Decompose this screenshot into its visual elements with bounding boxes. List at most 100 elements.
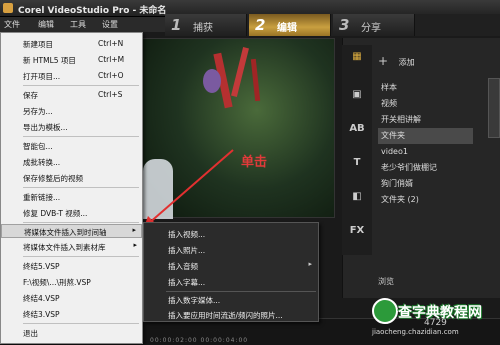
menu-item-label: 打开项目...	[23, 72, 61, 81]
menu-item-insert-library[interactable]: 将媒体文件插入到素材库 ▸	[1, 240, 142, 254]
watermark-code: 4729	[424, 318, 447, 328]
library-item[interactable]: video1	[378, 144, 473, 160]
file-menu-dropdown: 新建项目 Ctrl+N 新 HTML5 项目 Ctrl+M 打开项目... Ct…	[0, 32, 143, 344]
graphic-icon[interactable]: ◧	[348, 191, 366, 207]
menu-item-recent-4[interactable]: 终结3.VSP	[1, 307, 142, 321]
media-icon[interactable]: ▦	[348, 51, 366, 67]
library-item[interactable]: 样本	[378, 80, 473, 96]
menu-item-shortcut: Ctrl+N	[98, 39, 124, 48]
preview-decoration	[231, 47, 249, 97]
library-item[interactable]: 开关相讲解	[378, 112, 473, 128]
menu-item-label: 保存	[23, 91, 38, 100]
menu-item-label: 修复 DVB-T 视频...	[23, 209, 88, 218]
annotation-arrow-icon	[144, 149, 234, 227]
browse-button[interactable]: 浏览	[378, 276, 394, 287]
menu-item-label: 导出为模板...	[23, 123, 68, 132]
menu-item-open-project[interactable]: 打开项目... Ctrl+O	[1, 69, 142, 83]
menu-item-save[interactable]: 保存 Ctrl+S	[1, 88, 142, 102]
fx-icon[interactable]: FX	[348, 225, 366, 241]
insert-timeline-submenu: 插入视频... 插入照片... 插入音频 ▸ 插入字幕... 插入数字媒体...…	[143, 222, 319, 322]
library-add-label: 添加	[398, 58, 415, 67]
menu-tools[interactable]: 工具	[70, 19, 86, 30]
library-item[interactable]: 文件夹 (2)	[378, 192, 473, 208]
menu-item-shortcut: Ctrl+S	[98, 90, 123, 99]
menu-item-label: 将媒体文件插入到素材库	[23, 243, 106, 252]
submenu-item-label: 插入视频...	[168, 230, 206, 239]
submenu-item-label: 插入音频	[168, 262, 198, 271]
plus-icon: +	[378, 54, 389, 68]
submenu-item-label: 插入字幕...	[168, 278, 206, 287]
library-item-selected[interactable]: 文件夹	[378, 128, 473, 144]
submenu-insert-video[interactable]: 插入视频...	[144, 227, 318, 241]
submenu-item-label: 插入要应用时间流逝/频闪的照片...	[168, 311, 283, 320]
menu-item-label: 重新链接...	[23, 193, 61, 202]
library-add-button[interactable]: + 添加	[378, 54, 415, 68]
menu-item-label: 新建项目	[23, 40, 53, 49]
preview-decoration	[203, 69, 221, 93]
menu-item-recent-3[interactable]: 终结4.VSP	[1, 291, 142, 305]
app-logo-icon	[3, 3, 13, 13]
step-capture[interactable]: 1 捕获	[165, 14, 247, 36]
menu-item-label: F:\视频\...\刑熬.VSP	[23, 278, 91, 287]
window-title: Corel VideoStudio Pro - 未命名	[18, 6, 167, 16]
menu-file[interactable]: 文件	[4, 19, 20, 30]
submenu-insert-audio[interactable]: 插入音频 ▸	[144, 259, 318, 273]
preview-decoration	[250, 58, 261, 102]
menu-separator	[23, 323, 139, 324]
menu-separator	[23, 136, 139, 137]
menu-item-exit[interactable]: 退出	[1, 326, 142, 340]
submenu-insert-digital-media[interactable]: 插入数字媒体...	[144, 293, 318, 307]
submenu-item-label: 插入数字媒体...	[168, 296, 221, 305]
step-edit[interactable]: 2 编辑	[249, 14, 331, 36]
library-list: 样本 视频 开关相讲解 文件夹 video1 老少爷们做棚记 狗门俏婿 文件夹 …	[378, 80, 473, 208]
library-item[interactable]: 老少爷们做棚记	[378, 160, 473, 176]
step-label: 分享	[361, 23, 381, 34]
menu-item-new-html5[interactable]: 新 HTML5 项目 Ctrl+M	[1, 53, 142, 67]
watermark-icon	[372, 298, 398, 324]
menu-item-insert-timeline[interactable]: 将媒体文件插入到时间轴 ▸	[1, 224, 142, 238]
workflow-steps: 1 捕获 2 编辑 3 分享	[165, 14, 500, 36]
timeline-ruler: 00:00:02:00 00:00:04:00	[150, 337, 249, 344]
menu-item-label: 终结3.VSP	[23, 310, 60, 319]
menu-item-relink[interactable]: 重新链接...	[1, 190, 142, 204]
menu-item-label: 智能包...	[23, 142, 53, 151]
media-thumbnail[interactable]	[488, 78, 500, 138]
menu-item-smart-package[interactable]: 智能包...	[1, 139, 142, 153]
menu-item-batch-convert[interactable]: 成批转换...	[1, 155, 142, 169]
submenu-insert-photo[interactable]: 插入照片...	[144, 243, 318, 257]
title-icon[interactable]: T	[348, 157, 366, 173]
step-number: 2	[255, 16, 266, 34]
menu-edit[interactable]: 编辑	[38, 19, 54, 30]
submenu-insert-timelapse-photo[interactable]: 插入要应用时间流逝/频闪的照片...	[144, 308, 318, 322]
menu-item-recent-1[interactable]: 终结5.VSP	[1, 259, 142, 273]
menu-item-repair-dvbt[interactable]: 修复 DVB-T 视频...	[1, 206, 142, 220]
menu-item-save-as[interactable]: 另存为...	[1, 104, 142, 118]
transition-icon[interactable]: AB	[348, 123, 366, 139]
menu-item-export-template[interactable]: 导出为模板...	[1, 120, 142, 134]
step-share[interactable]: 3 分享	[333, 14, 415, 36]
menu-separator	[23, 85, 139, 86]
library-item[interactable]: 狗门俏婿	[378, 176, 473, 192]
menu-separator	[23, 256, 139, 257]
menu-item-save-trimmed[interactable]: 保存修整后的视频	[1, 171, 142, 185]
library-item[interactable]: 视频	[378, 96, 473, 112]
submenu-arrow-icon: ▸	[133, 241, 137, 249]
menu-item-shortcut: Ctrl+O	[98, 71, 124, 80]
submenu-insert-title[interactable]: 插入字幕...	[144, 275, 318, 289]
menu-item-new-project[interactable]: 新建项目 Ctrl+N	[1, 37, 142, 51]
menu-settings[interactable]: 设置	[102, 19, 118, 30]
submenu-arrow-icon: ▸	[132, 226, 136, 234]
library-toolstrip: ▦ ▣ AB T ◧ FX	[342, 45, 372, 255]
menu-item-label: 成批转换...	[23, 158, 61, 167]
menu-item-label: 终结5.VSP	[23, 262, 60, 271]
menu-item-shortcut: Ctrl+M	[98, 55, 125, 64]
step-label: 编辑	[277, 23, 297, 34]
step-number: 3	[339, 16, 350, 34]
instant-project-icon[interactable]: ▣	[348, 89, 366, 105]
submenu-arrow-icon: ▸	[308, 260, 312, 268]
menu-item-recent-2[interactable]: F:\视频\...\刑熬.VSP	[1, 275, 142, 289]
menu-item-label: 将媒体文件插入到时间轴	[24, 228, 107, 237]
submenu-item-label: 插入照片...	[168, 246, 206, 255]
menu-bar: 文件 编辑 工具 设置	[0, 17, 165, 32]
watermark-site: jiaocheng.chazidian.com	[372, 328, 459, 336]
